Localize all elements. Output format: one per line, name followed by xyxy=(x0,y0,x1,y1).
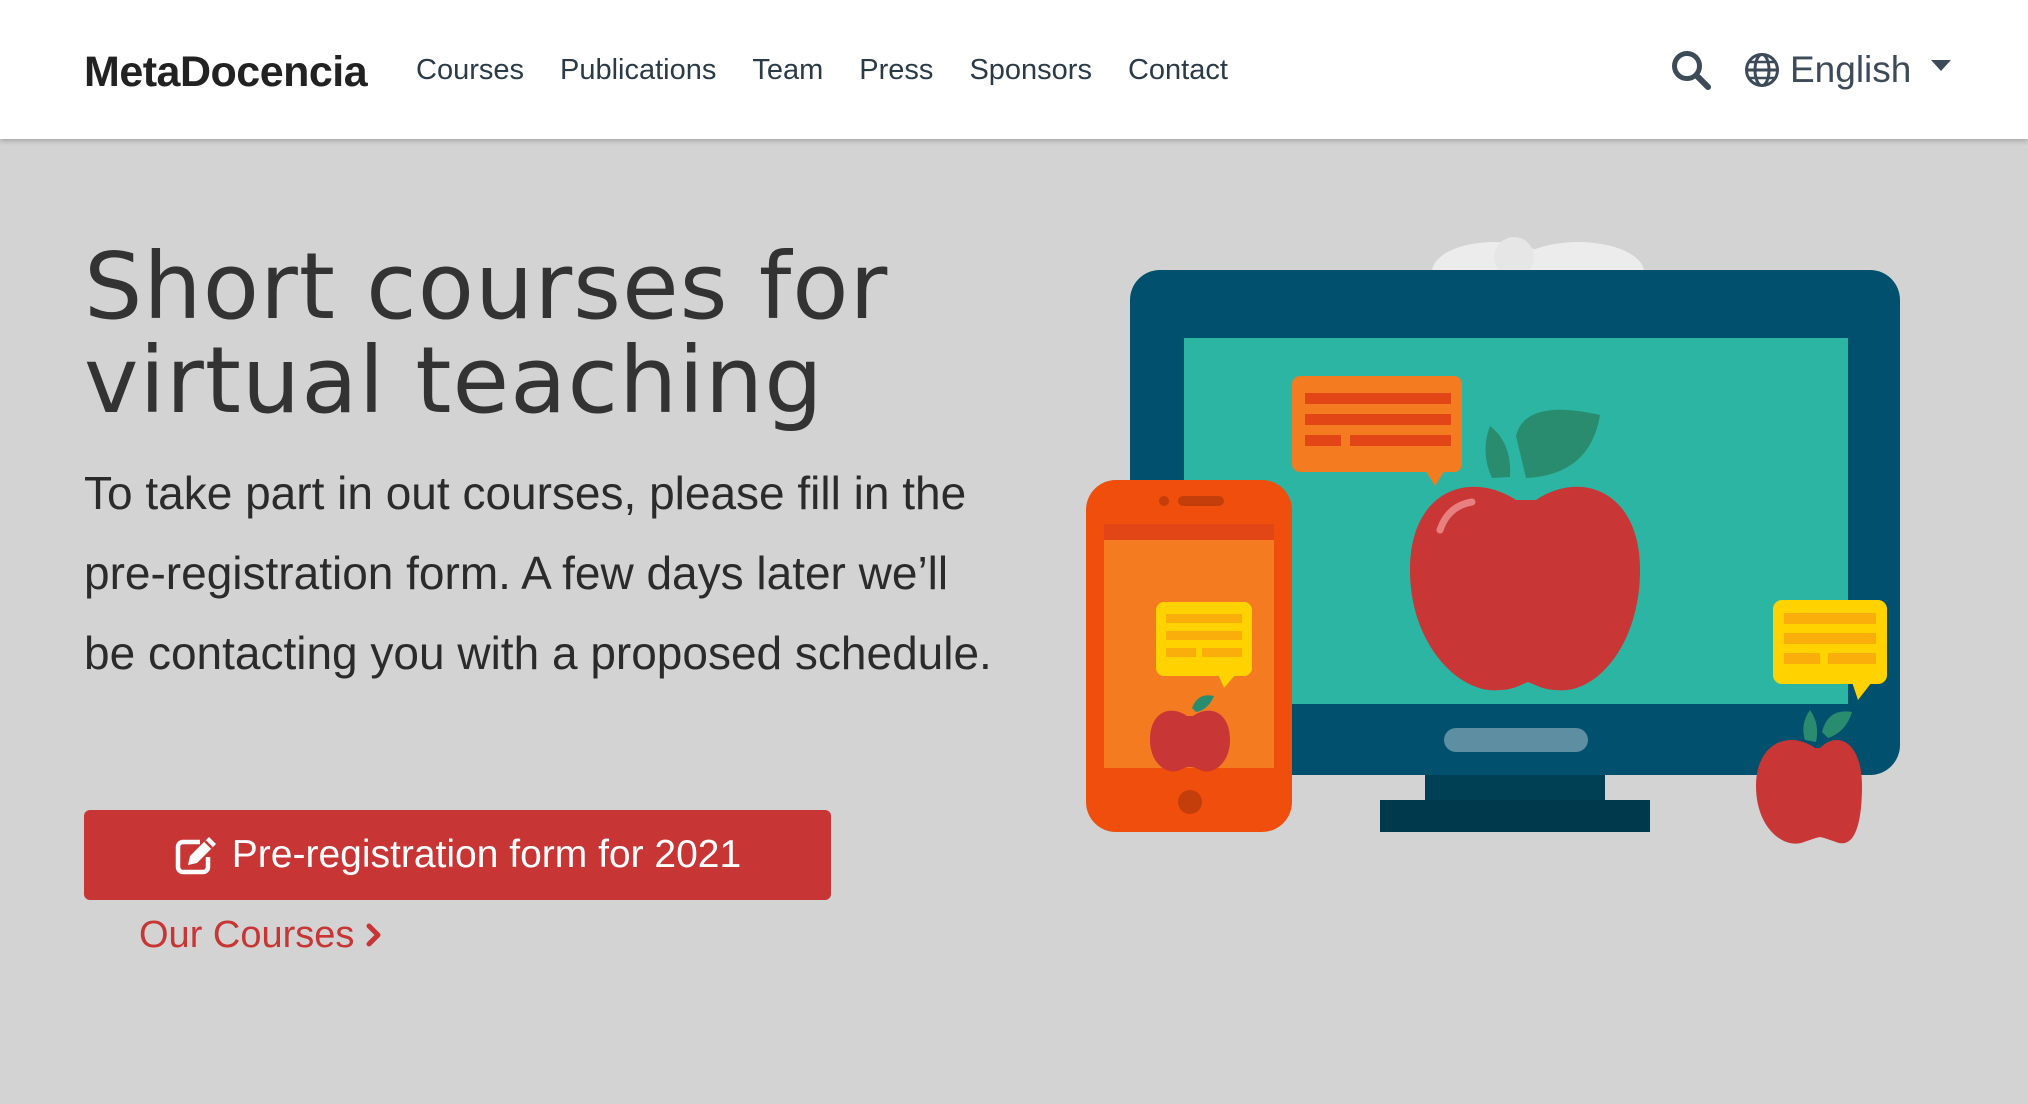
caret-down-icon xyxy=(1931,59,1952,71)
nav-link-team[interactable]: Team xyxy=(752,52,823,88)
top-navbar: MetaDocencia Courses Publications Team P… xyxy=(0,0,2028,139)
pre-registration-button[interactable]: Pre-registration form for 2021 xyxy=(84,810,831,900)
globe-icon xyxy=(1745,53,1779,87)
monitor-phone-apples-illustration xyxy=(1086,237,1900,844)
hero-description: To take part in out courses, please fill… xyxy=(84,467,992,679)
main-nav: Courses Publications Team Press Sponsors… xyxy=(416,52,1228,88)
nav-link-publications[interactable]: Publications xyxy=(560,52,716,88)
chevron-right-icon xyxy=(366,923,381,947)
edit-icon xyxy=(175,837,216,875)
language-label: English xyxy=(1790,49,1912,90)
phone-illustration xyxy=(1086,480,1292,832)
language-selector[interactable]: English xyxy=(1744,45,1952,95)
search-button[interactable] xyxy=(1669,48,1713,92)
search-icon xyxy=(1672,51,1711,90)
hero-title: Short courses for virtual teaching xyxy=(84,233,889,434)
nav-link-courses[interactable]: Courses xyxy=(416,52,524,88)
our-courses-link[interactable]: Our Courses xyxy=(139,912,382,958)
our-courses-label: Our Courses xyxy=(139,914,355,956)
nav-link-press[interactable]: Press xyxy=(859,52,933,88)
chat-bubble-orange-illustration xyxy=(1292,376,1462,486)
brand-logo[interactable]: MetaDocencia xyxy=(84,46,368,98)
nav-link-sponsors[interactable]: Sponsors xyxy=(969,52,1092,88)
pre-registration-button-label: Pre-registration form for 2021 xyxy=(231,833,742,876)
monitor-base-illustration xyxy=(1380,800,1650,832)
nav-link-contact[interactable]: Contact xyxy=(1128,52,1228,88)
